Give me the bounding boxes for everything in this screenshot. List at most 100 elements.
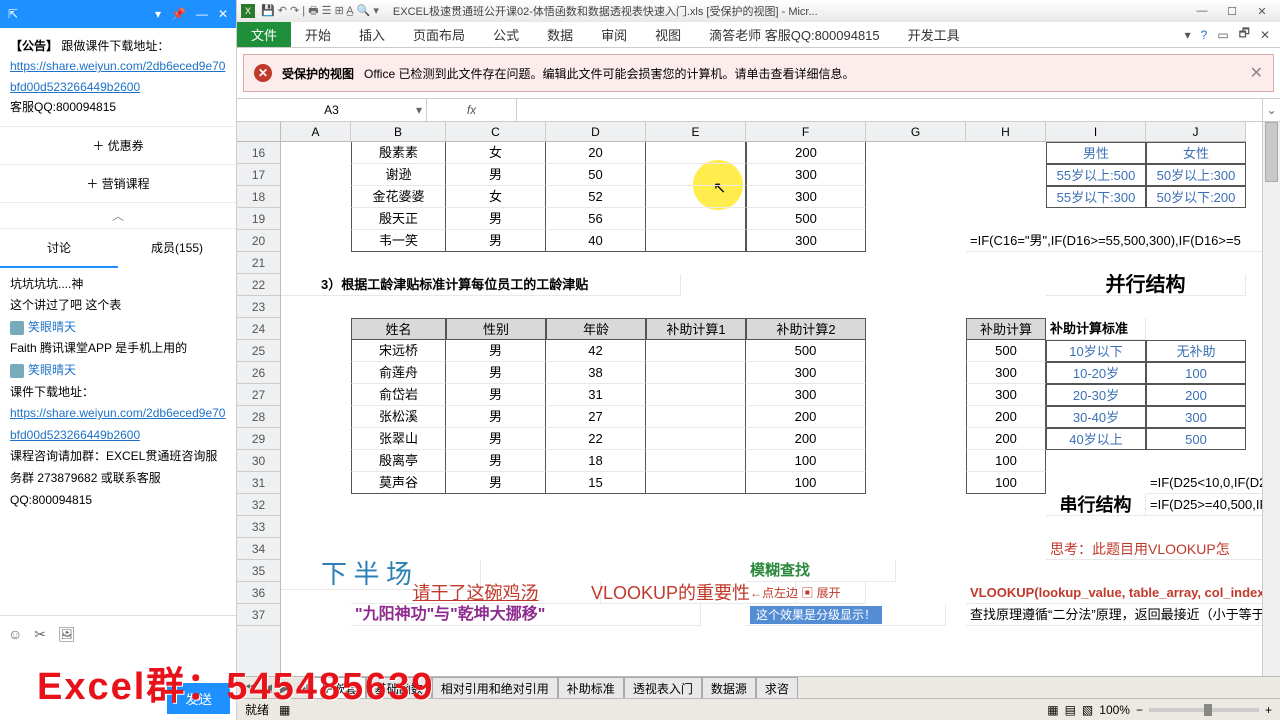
share-icon[interactable]: ⇱	[8, 7, 18, 21]
cell[interactable]: 男	[446, 406, 546, 428]
dropdown-icon[interactable]: ▾	[155, 7, 161, 21]
cell[interactable]: 40岁以上	[1046, 428, 1146, 450]
cell[interactable]: 300	[966, 362, 1046, 384]
cell[interactable]: 200	[746, 428, 866, 450]
cell[interactable]: 30-40岁	[1046, 406, 1146, 428]
ribbon-tab[interactable]: 开始	[291, 22, 345, 47]
cell[interactable]: 500	[966, 340, 1046, 362]
macro-icon[interactable]: ▦	[279, 703, 290, 717]
cell[interactable]: 年龄	[546, 318, 646, 340]
cell[interactable]: 38	[546, 362, 646, 384]
cell[interactable]: 300	[746, 230, 866, 252]
cell[interactable]: 200	[1146, 384, 1246, 406]
cell[interactable]: 27	[546, 406, 646, 428]
cell[interactable]: 18	[546, 450, 646, 472]
cell[interactable]: 这个效果是分级显示！	[746, 604, 946, 626]
row-header[interactable]: 37	[237, 604, 280, 626]
zoom-slider[interactable]	[1149, 708, 1259, 712]
cell[interactable]: 男	[446, 450, 546, 472]
cell[interactable]: 500	[1146, 428, 1246, 450]
sheet-tab[interactable]: 基础函数	[366, 677, 432, 699]
chat-user[interactable]: 笑眼晴天	[10, 360, 226, 382]
col-header[interactable]: G	[866, 122, 966, 142]
cell[interactable]: 100	[1146, 362, 1246, 384]
row-header[interactable]: 20	[237, 230, 280, 252]
cell[interactable]: ←点左边 ▣ 展开	[746, 582, 866, 604]
cell[interactable]: 俞莲舟	[351, 362, 446, 384]
cell[interactable]: 补助计算2	[746, 318, 866, 340]
zoom-out-icon[interactable]: −	[1136, 703, 1143, 717]
cell[interactable]: 男	[446, 164, 546, 186]
cell[interactable]	[646, 208, 746, 230]
cell[interactable]: 谢逊	[351, 164, 446, 186]
ribbon-close-icon[interactable]: ✕	[1260, 28, 1270, 42]
row-headers[interactable]: 1617181920212223242526272829303132333435…	[237, 142, 281, 676]
cell[interactable]: 殷离亭	[351, 450, 446, 472]
cell[interactable]: 补助计算	[966, 318, 1046, 340]
cell[interactable]: 20	[546, 142, 646, 164]
cell[interactable]: =IF(C16="男",IF(D16>=55,500,300),IF(D16>=…	[966, 230, 1262, 252]
row-header[interactable]: 34	[237, 538, 280, 560]
cell[interactable]: 男	[446, 472, 546, 494]
emoji-icon[interactable]: ☺	[8, 626, 22, 643]
namebox-dropdown-icon[interactable]: ▾	[416, 103, 422, 117]
col-header[interactable]: B	[351, 122, 446, 142]
chat-user[interactable]: 笑眼晴天	[10, 317, 226, 339]
win-maximize-icon[interactable]: ☐	[1218, 2, 1246, 20]
sheet-nav-last-icon[interactable]: ⏭	[294, 680, 311, 695]
cell[interactable]: 200	[746, 142, 866, 164]
cell[interactable]: 男	[446, 340, 546, 362]
ribbon-dropdown-icon[interactable]: ▾	[1185, 28, 1191, 42]
col-header[interactable]: J	[1146, 122, 1246, 142]
cell[interactable]: 300	[746, 164, 866, 186]
cell[interactable]: 10岁以下	[1046, 340, 1146, 362]
cell[interactable]	[646, 450, 746, 472]
col-header[interactable]: E	[646, 122, 746, 142]
sheet-tab[interactable]: 求咨	[756, 677, 798, 699]
cell[interactable]: 无补助	[1146, 340, 1246, 362]
cell[interactable]	[646, 340, 746, 362]
cell[interactable]: 10-20岁	[1046, 362, 1146, 384]
view-layout-icon[interactable]: ▤	[1065, 703, 1076, 717]
sheet-tab[interactable]: 相对引用和绝对引用	[432, 677, 558, 699]
col-header[interactable]: A	[281, 122, 351, 142]
col-header[interactable]: F	[746, 122, 866, 142]
cell[interactable]: 20-30岁	[1046, 384, 1146, 406]
row-header[interactable]: 33	[237, 516, 280, 538]
cell[interactable]: 42	[546, 340, 646, 362]
cell[interactable]: 补助计算1	[646, 318, 746, 340]
row-header[interactable]: 35	[237, 560, 280, 582]
cell[interactable]: 女性	[1146, 142, 1246, 164]
win-close-icon[interactable]: ✕	[1248, 2, 1276, 20]
column-headers[interactable]: ABCDEFGHIJ	[281, 122, 1262, 142]
sheet-tab[interactable]: IF嵌套	[313, 677, 366, 699]
sheet-nav-first-icon[interactable]: ⏮	[241, 680, 258, 695]
cell[interactable]: 殷素素	[351, 142, 446, 164]
cell[interactable]	[646, 362, 746, 384]
help-icon[interactable]: ?	[1201, 28, 1208, 42]
cell[interactable]: 女	[446, 142, 546, 164]
cell[interactable]	[646, 164, 746, 186]
row-header[interactable]: 36	[237, 582, 280, 604]
cell[interactable]: 300	[1146, 406, 1246, 428]
cell[interactable]: 300	[746, 362, 866, 384]
sheet-nav-prev-icon[interactable]: ◀	[260, 681, 275, 695]
row-header[interactable]: 21	[237, 252, 280, 274]
cell[interactable]: 并行结构	[1046, 274, 1246, 296]
cell[interactable]: =IF(D25>=40,500,IF	[1146, 494, 1262, 516]
cell[interactable]: 串行结构	[1046, 494, 1146, 516]
row-header[interactable]: 29	[237, 428, 280, 450]
row-header[interactable]: 26	[237, 362, 280, 384]
cell[interactable]: VLOOKUP(lookup_value, table_array, col_i…	[966, 582, 1262, 604]
view-pagebreak-icon[interactable]: ▧	[1082, 703, 1093, 717]
pin-icon[interactable]: 📌	[171, 7, 186, 21]
ribbon-tab[interactable]: 审阅	[587, 22, 641, 47]
cell[interactable]	[646, 384, 746, 406]
cell[interactable]: 模糊查找	[746, 560, 896, 582]
image-icon[interactable]: 🖼	[58, 626, 76, 643]
cell[interactable]: 200	[966, 406, 1046, 428]
win-minimize-icon[interactable]: —	[1188, 2, 1216, 20]
ribbon-tab[interactable]: 开发工具	[894, 22, 974, 47]
cell[interactable]: 韦一笑	[351, 230, 446, 252]
cell[interactable]: 殷天正	[351, 208, 446, 230]
